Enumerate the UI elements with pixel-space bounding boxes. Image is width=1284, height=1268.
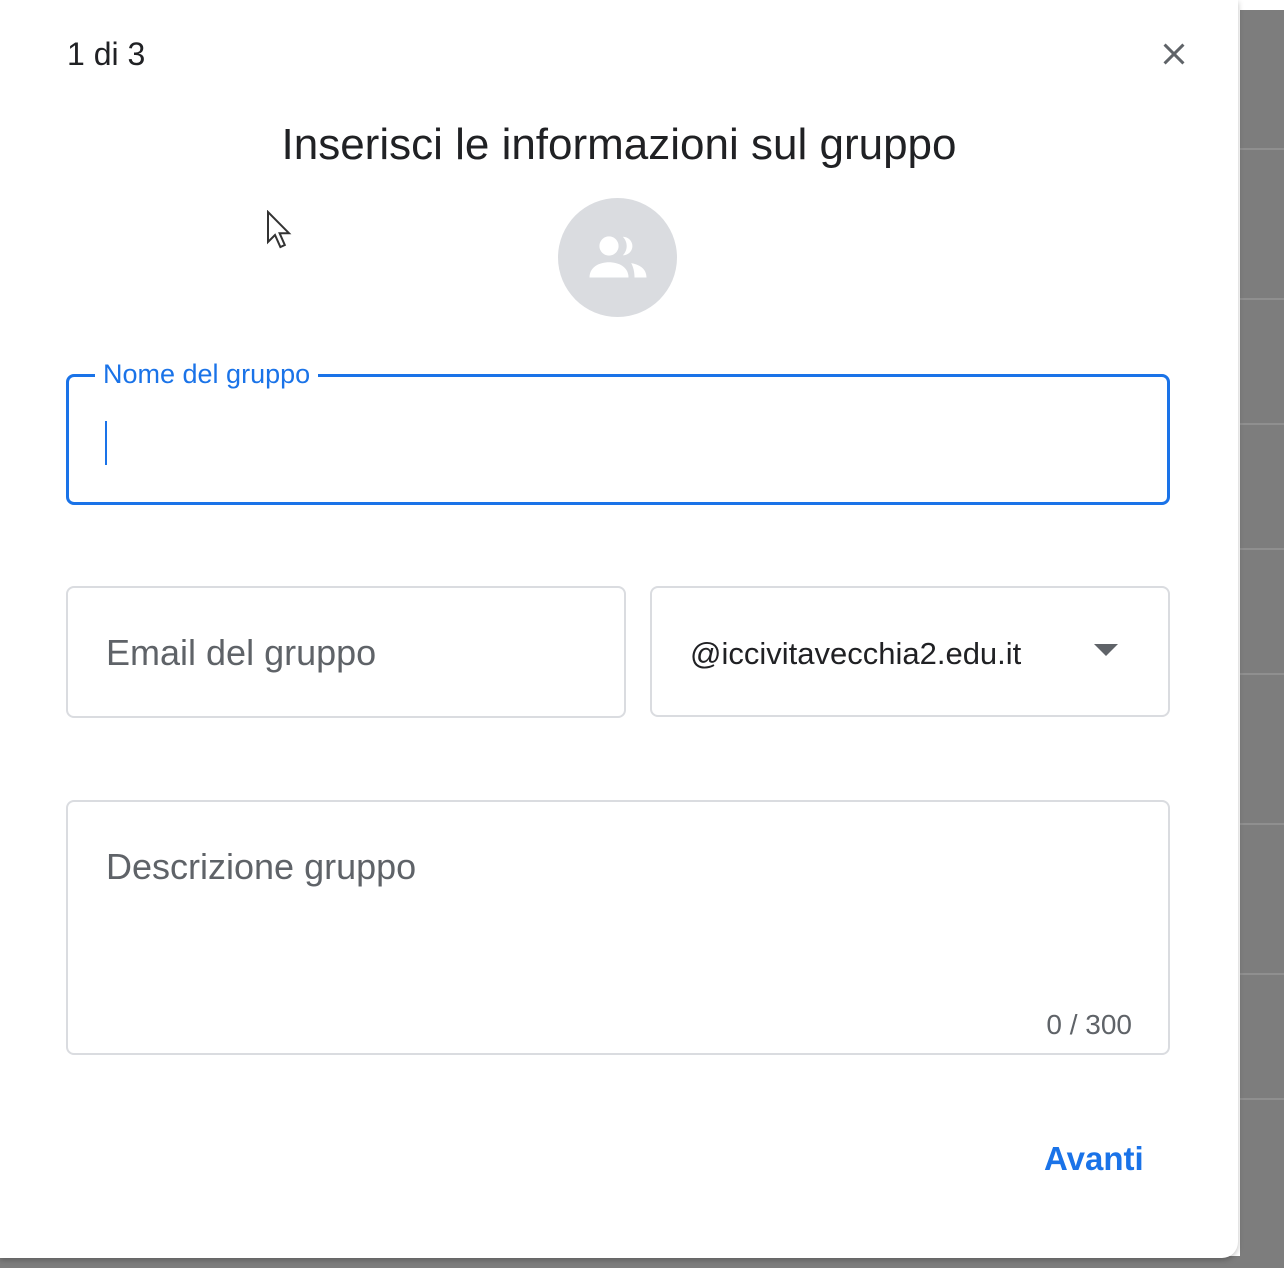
backdrop-divider xyxy=(1240,823,1284,825)
group-description-placeholder: Descrizione gruppo xyxy=(106,846,417,887)
close-icon xyxy=(1163,43,1185,65)
group-name-field[interactable]: Nome del gruppo xyxy=(66,357,1170,505)
next-button[interactable]: Avanti xyxy=(1030,1136,1158,1182)
domain-selected-value: @iccivitavecchia2.edu.it xyxy=(690,636,1022,671)
backdrop-divider xyxy=(1240,148,1284,150)
close-button[interactable] xyxy=(1148,28,1200,80)
group-email-field[interactable]: Email del gruppo xyxy=(66,586,626,718)
backdrop-divider xyxy=(1240,673,1284,675)
group-avatar[interactable] xyxy=(558,198,677,317)
group-description-field[interactable]: Descrizione gruppo 0 / 300 xyxy=(66,800,1170,1055)
backdrop-divider xyxy=(1240,973,1284,975)
backdrop-divider xyxy=(1240,423,1284,425)
group-name-label: Nome del gruppo xyxy=(95,357,319,391)
backdrop-divider xyxy=(1240,298,1284,300)
dropdown-arrow-icon xyxy=(1094,644,1118,656)
step-indicator: 1 di 3 xyxy=(67,36,146,72)
group-email-placeholder: Email del gruppo xyxy=(106,632,377,673)
domain-select[interactable]: @iccivitavecchia2.edu.it xyxy=(650,586,1170,717)
page-backdrop xyxy=(1240,10,1284,1268)
character-counter: 0 / 300 xyxy=(1046,1009,1132,1040)
create-group-dialog: 1 di 3 Inserisci le informazioni sul gru… xyxy=(0,0,1238,1258)
text-caret xyxy=(105,421,107,465)
dialog-title: Inserisci le informazioni sul gruppo xyxy=(281,120,957,169)
group-icon xyxy=(589,235,646,277)
backdrop-divider xyxy=(1240,1098,1284,1100)
mouse-pointer-icon xyxy=(266,209,294,255)
backdrop-divider xyxy=(1240,548,1284,550)
